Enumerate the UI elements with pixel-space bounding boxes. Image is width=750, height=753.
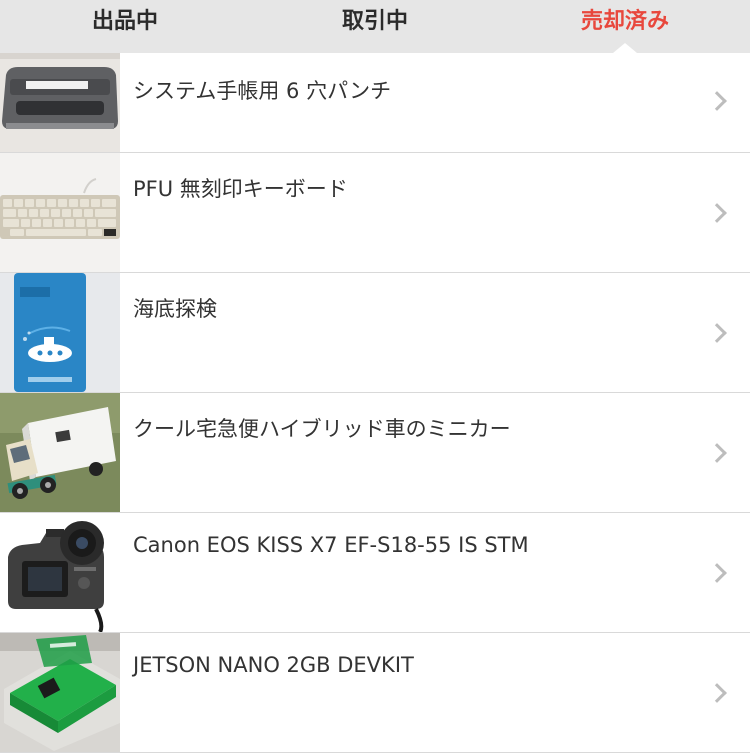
chevron-right-icon [707, 442, 727, 463]
list-item[interactable]: システム手帳用 6 穴パンチ [0, 53, 750, 153]
submarine-card-game-photo [0, 273, 120, 392]
item-title: 海底探検 [133, 297, 217, 321]
item-title: JETSON NANO 2GB DEVKIT [133, 653, 414, 677]
item-thumbnail [0, 273, 120, 392]
item-thumbnail [0, 513, 120, 632]
keyboard-photo [0, 153, 120, 272]
item-thumbnail [0, 393, 120, 512]
list-item[interactable]: JETSON NANO 2GB DEVKIT [0, 633, 750, 753]
tab-bar: 出品中 取引中 売却済み [0, 0, 750, 53]
item-title: PFU 無刻印キーボード [133, 177, 348, 201]
item-thumbnail [0, 153, 120, 272]
list-item[interactable]: 海底探検 [0, 273, 750, 393]
item-thumbnail [0, 633, 120, 752]
chevron-right-icon [707, 682, 727, 703]
chevron-right-icon [707, 562, 727, 583]
delivery-truck-minicar-photo [0, 393, 120, 512]
list-item[interactable]: クール宅急便ハイブリッド車のミニカー [0, 393, 750, 513]
tab-listing[interactable]: 出品中 [0, 0, 250, 53]
list-item[interactable]: PFU 無刻印キーボード [0, 153, 750, 273]
sold-items-list: システム手帳用 6 穴パンチ PFU 無刻印キーボード 海底探検 クール宅急便ハ… [0, 53, 750, 753]
dev-board-photo [0, 633, 120, 752]
item-title: クール宅急便ハイブリッド車のミニカー [133, 417, 511, 441]
item-title: Canon EOS KISS X7 EF-S18-55 IS STM [133, 533, 529, 557]
dslr-camera-photo [0, 513, 120, 632]
hole-punch-photo [0, 53, 120, 152]
chevron-right-icon [707, 202, 727, 223]
chevron-right-icon [707, 90, 727, 111]
chevron-right-icon [707, 322, 727, 343]
item-title: システム手帳用 6 穴パンチ [133, 79, 392, 103]
active-tab-indicator [613, 43, 637, 53]
item-thumbnail [0, 53, 120, 152]
list-item[interactable]: Canon EOS KISS X7 EF-S18-55 IS STM [0, 513, 750, 633]
tab-in-progress[interactable]: 取引中 [250, 0, 500, 53]
